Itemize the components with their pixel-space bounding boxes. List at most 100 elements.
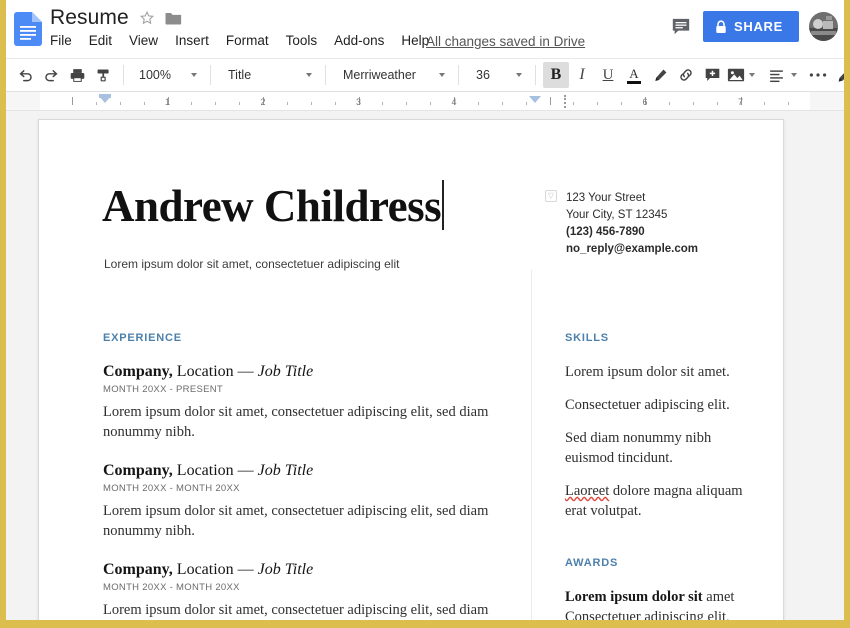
ruler-tick-minor [215,102,217,105]
ruler-tick-minor [406,102,408,105]
bold-button[interactable]: B [543,62,569,88]
font-size-select[interactable]: 36 [466,62,528,88]
chevron-down-icon [516,73,522,77]
award-bold-text: Lorem ipsum dolor sit [565,589,703,605]
text-color-label: A [629,65,639,81]
save-status-link[interactable]: All changes saved in Drive [426,34,585,49]
job-title-line: Company, Location — Job Title [103,561,503,579]
experience-item[interactable]: Company, Location — Job Title MONTH 20XX… [103,561,503,620]
skill-item[interactable]: Consectetuer adipiscing elit. [565,395,745,415]
first-line-indent-marker[interactable] [99,94,112,98]
collapse-anchor-icon[interactable]: ▽ [545,190,557,202]
skill-item[interactable]: Sed diam nonummy nibh euismod tincidunt. [565,428,745,468]
page-title[interactable]: Resume [50,6,129,30]
contact-city-state-zip: Your City, ST 12345 [566,209,668,221]
menu-item-tools[interactable]: Tools [286,33,318,48]
text-color-button[interactable]: A [621,62,647,88]
star-outline-icon[interactable] [139,10,155,26]
menu-item-insert[interactable]: Insert [175,33,209,48]
contact-block[interactable]: 123 Your Street Your City, ST 12345 (123… [566,190,698,258]
job-role: Job Title [257,561,314,578]
zoom-value: 100% [139,68,171,82]
paint-format-icon[interactable] [90,62,116,88]
misspelled-word[interactable]: Laoreet [565,483,609,499]
menu-item-help[interactable]: Help [401,33,429,48]
job-role: Job Title [257,363,314,380]
underline-button[interactable]: U [595,62,621,88]
folder-icon[interactable] [165,11,182,26]
ruler-tick-major [549,97,551,105]
zoom-select[interactable]: 100% [131,62,203,88]
ruler[interactable]: 1 2 3 4 6 7 [6,92,844,111]
highlight-pen-icon[interactable] [647,62,673,88]
paragraph-style-value: Title [228,68,252,82]
menu-item-view[interactable]: View [129,33,158,48]
avatar[interactable] [809,12,838,41]
comment-icon[interactable] [669,15,693,39]
share-button[interactable]: SHARE [702,11,799,42]
job-dash: — [237,363,254,380]
skill-item[interactable]: Lorem ipsum dolor sit amet. [565,362,745,382]
award-item[interactable]: Lorem ipsum dolor sit amet Consectetuer … [565,587,745,620]
ruler-tick-minor [239,102,241,105]
undo-icon[interactable] [12,62,38,88]
chevron-down-icon[interactable] [791,73,797,77]
redo-icon[interactable] [38,62,64,88]
browser-gold-frame: Resume File Edit View Insert Format Tool… [0,0,850,628]
toolbar-divider [123,65,124,85]
job-title-line: Company, Location — Job Title [103,363,503,381]
ruler-number: 4 [451,97,457,107]
ruler-tick-minor [430,102,432,105]
menu-bar: File Edit View Insert Format Tools Add-o… [50,33,429,48]
menu-item-edit[interactable]: Edit [89,33,112,48]
ruler-tick-minor [716,102,718,105]
insert-image-icon[interactable] [725,62,747,88]
pencil-edit-icon[interactable] [831,62,844,88]
toolbar-divider [325,65,326,85]
chevron-down-icon[interactable] [749,73,755,77]
paragraph-style-select[interactable]: Title [218,62,318,88]
experience-heading: EXPERIENCE [103,332,182,344]
resume-tagline[interactable]: Lorem ipsum dolor sit amet, consectetuer… [104,257,399,271]
font-family-value: Merriweather [343,68,416,82]
italic-button[interactable]: I [569,62,595,88]
text-cursor [442,180,445,230]
menu-item-format[interactable]: Format [226,33,269,48]
job-dates: MONTH 20XX - MONTH 20XX [103,582,240,593]
header-actions: SHARE [669,11,838,42]
document-canvas[interactable]: Andrew Childress Lorem ipsum dolor sit a… [6,111,844,620]
right-indent-marker[interactable] [529,96,542,103]
menu-item-addons[interactable]: Add-ons [334,33,384,48]
tab-stop-marker[interactable] [563,95,566,108]
ruler-number: 3 [355,97,362,107]
print-icon[interactable] [64,62,90,88]
ruler-track[interactable] [40,92,810,110]
google-docs-app: Resume File Edit View Insert Format Tool… [6,0,844,620]
ruler-tick-minor [119,102,121,105]
job-dates: MONTH 20XX - MONTH 20XX [103,483,240,494]
resume-name[interactable]: Andrew Childress [102,180,445,232]
ruler-tick-minor [382,102,384,105]
more-horizontal-icon[interactable] [805,62,831,88]
skill-item[interactable]: Laoreet dolore magna aliquam erat volutp… [565,481,745,521]
link-icon[interactable] [673,62,699,88]
skills-awards-column: SKILLS Lorem ipsum dolor sit amet. Conse… [565,332,745,620]
ruler-tick-minor [692,102,694,105]
italic-label: I [579,66,585,83]
menu-item-file[interactable]: File [50,33,72,48]
resume-name-text: Andrew Childress [102,181,442,231]
ruler-tick-minor [621,102,623,105]
ruler-tick-minor [143,102,145,105]
add-comment-icon[interactable] [699,62,725,88]
document-title-row: Resume [50,6,182,30]
contact-email: no_reply@example.com [566,243,699,255]
share-button-label: SHARE [733,19,783,34]
align-left-icon[interactable] [763,62,789,88]
experience-item[interactable]: Company, Location — Job Title MONTH 20XX… [103,462,503,541]
experience-item[interactable]: Company, Location — Job Title MONTH 20XX… [103,363,503,442]
document-page[interactable]: Andrew Childress Lorem ipsum dolor sit a… [38,119,784,620]
font-family-select[interactable]: Merriweather [333,62,451,88]
google-docs-icon[interactable] [14,12,42,46]
experience-column: EXPERIENCE Company, Location — Job Title… [103,332,503,620]
contact-phone: (123) 456-7890 [566,226,645,238]
